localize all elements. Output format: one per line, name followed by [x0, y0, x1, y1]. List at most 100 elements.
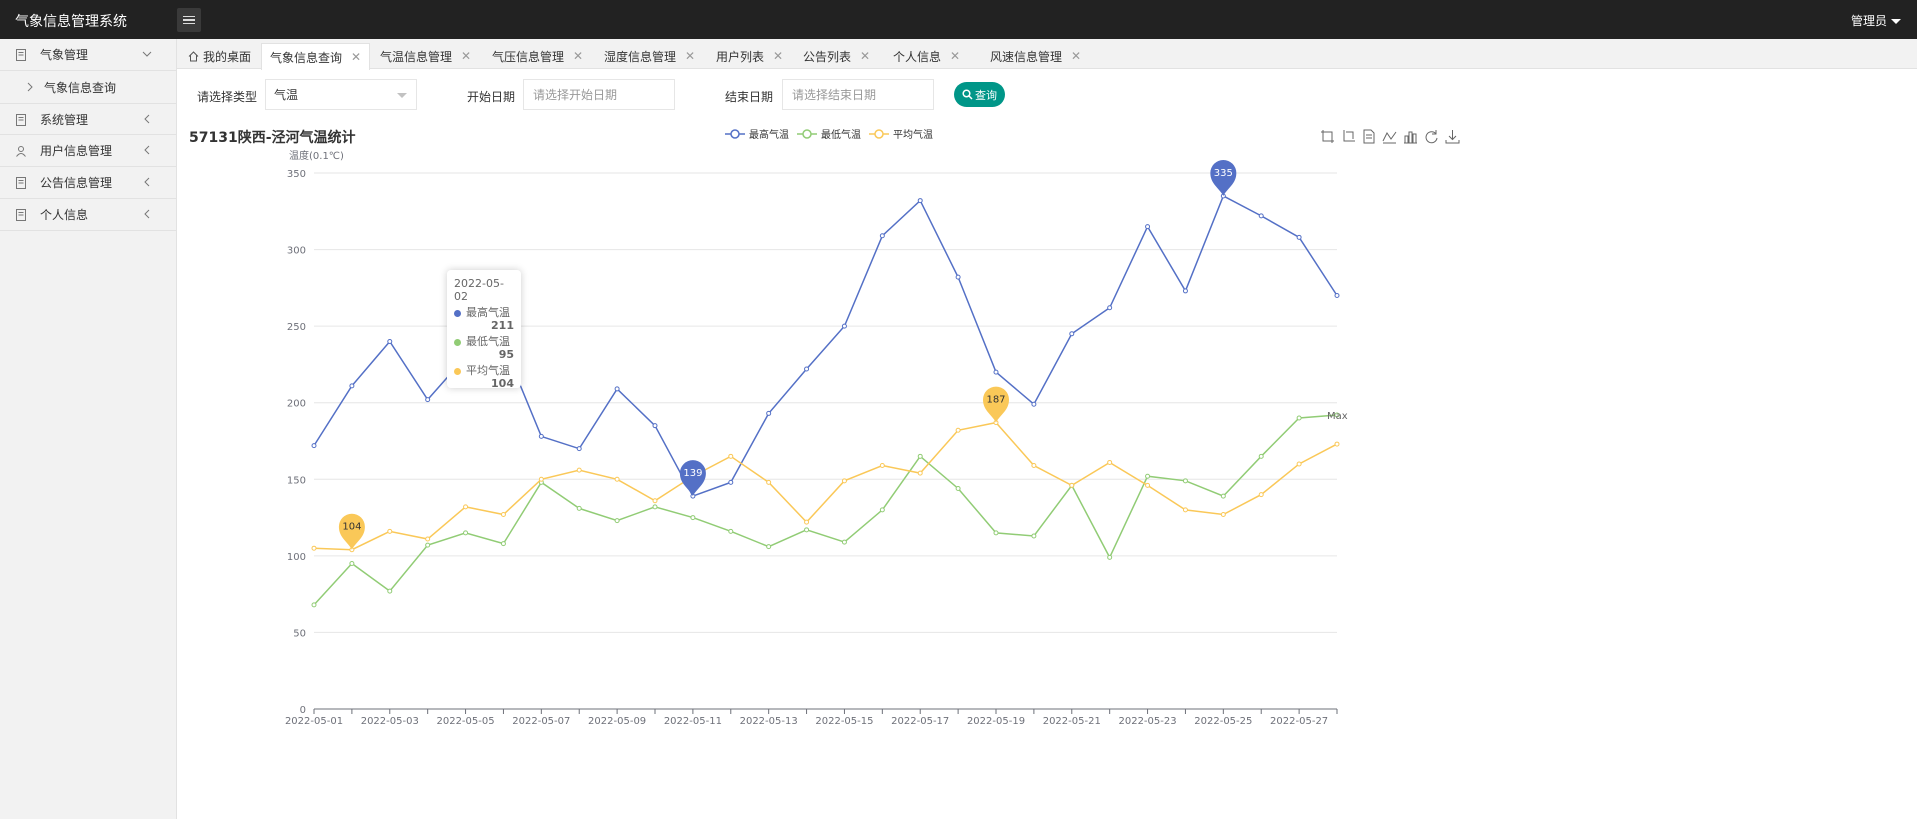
data-point	[1145, 224, 1151, 230]
data-point	[1069, 331, 1075, 337]
data-point	[1145, 482, 1151, 488]
caret-down-icon	[1891, 19, 1901, 24]
data-point	[766, 479, 772, 485]
mark-pin-label: 139	[683, 468, 702, 479]
data-point	[614, 518, 620, 524]
chart-tooltip: 2022-05-02 最高气温 211 最低气温 95 平均气温 104	[447, 270, 521, 390]
user-menu[interactable]: 管理员	[1851, 12, 1901, 29]
tab-label: 我的桌面	[203, 49, 252, 64]
data-point	[1182, 478, 1188, 484]
sidebar-item-notices[interactable]: 公告信息管理	[0, 167, 176, 199]
sidebar-item-system[interactable]: 系统管理	[0, 103, 176, 135]
tab-pressure[interactable]: 气压信息管理 ✕	[484, 43, 591, 69]
data-point	[804, 519, 810, 525]
tooltip-date: 2022-05-02	[454, 277, 504, 303]
data-point	[1258, 492, 1264, 498]
data-point	[387, 528, 393, 534]
line-chart-icon[interactable]	[1382, 131, 1397, 144]
data-point	[1031, 401, 1037, 407]
start-date-input[interactable]	[523, 79, 675, 110]
series-dot	[454, 309, 461, 317]
data-point	[993, 369, 999, 375]
x-tick-label: 2022-05-21	[1043, 716, 1101, 727]
data-point	[425, 397, 431, 403]
caret-down-icon	[397, 93, 407, 98]
legend-item[interactable]: 最低气温	[797, 128, 861, 141]
close-icon[interactable]: ✕	[461, 49, 471, 63]
data-view-icon[interactable]	[1363, 129, 1375, 144]
legend-item[interactable]: 平均气温	[869, 128, 933, 141]
end-date-input[interactable]	[782, 79, 934, 110]
data-point	[917, 453, 923, 459]
sidebar-item-label: 气象管理	[40, 48, 89, 62]
zoom-icon[interactable]	[1321, 130, 1334, 143]
series-dot	[454, 367, 461, 375]
tab-label: 风速信息管理	[990, 49, 1063, 64]
legend-marker	[802, 129, 812, 139]
data-point	[1296, 415, 1302, 421]
sidebar-item-weather[interactable]: 气象管理	[0, 39, 176, 71]
data-point	[1107, 459, 1113, 465]
close-icon[interactable]: ✕	[860, 49, 870, 63]
y-tick-label: 350	[287, 169, 306, 180]
tab-humidity[interactable]: 湿度信息管理 ✕	[596, 43, 703, 69]
data-point	[1031, 533, 1037, 539]
query-button[interactable]: 查询	[954, 82, 1005, 107]
tab-temperature[interactable]: 气温信息管理 ✕	[372, 43, 479, 69]
data-point	[1334, 293, 1340, 299]
close-icon[interactable]: ✕	[773, 49, 783, 63]
document-icon	[16, 49, 26, 61]
legend-item[interactable]: 最高气温	[725, 128, 789, 141]
x-tick-label: 2022-05-25	[1194, 716, 1252, 727]
data-point	[728, 479, 734, 485]
x-tick-label: 2022-05-11	[664, 716, 722, 727]
data-point	[425, 536, 431, 542]
chevron-left-icon	[144, 114, 150, 124]
tab-profile[interactable]: 个人信息 ✕	[885, 43, 968, 69]
sidebar-item-users[interactable]: 用户信息管理	[0, 135, 176, 167]
zoom-reset-icon[interactable]	[1343, 130, 1355, 142]
data-point	[1182, 507, 1188, 513]
data-point	[1145, 473, 1151, 479]
chart-toolbox	[1321, 129, 1460, 144]
sidebar-subitem-weather-query[interactable]: 气象信息查询	[0, 71, 176, 103]
close-icon[interactable]: ✕	[351, 50, 361, 64]
data-point	[538, 476, 544, 482]
refresh-icon[interactable]	[1425, 130, 1438, 144]
data-point	[349, 383, 355, 389]
sidebar-item-profile[interactable]: 个人信息	[0, 199, 176, 231]
tab-user-list[interactable]: 用户列表 ✕	[708, 43, 791, 69]
bar-chart-icon[interactable]	[1404, 131, 1417, 144]
chevron-right-icon	[27, 82, 33, 92]
document-icon	[16, 209, 26, 221]
tooltip-value: 104	[491, 377, 514, 390]
type-select[interactable]: 气温	[265, 79, 417, 110]
data-point	[955, 274, 961, 280]
user-name: 管理员	[1850, 14, 1887, 28]
hamburger-icon	[183, 15, 195, 18]
chevron-down-icon	[142, 51, 152, 57]
data-point	[500, 541, 506, 547]
tab-notice-list[interactable]: 公告列表 ✕	[795, 43, 878, 69]
data-point	[311, 545, 317, 551]
close-icon[interactable]: ✕	[685, 49, 695, 63]
data-point	[955, 427, 961, 433]
data-point	[879, 233, 885, 239]
data-point	[1031, 463, 1037, 469]
menu-toggle-button[interactable]	[177, 8, 201, 32]
sidebar-item-label: 个人信息	[40, 208, 89, 222]
data-point	[652, 498, 658, 504]
start-date-label: 开始日期	[467, 90, 516, 104]
data-point	[652, 504, 658, 510]
close-icon[interactable]: ✕	[950, 49, 960, 63]
download-icon[interactable]	[1445, 130, 1460, 144]
tab-weather-query[interactable]: 气象信息查询 ✕	[261, 43, 371, 70]
close-icon[interactable]: ✕	[573, 49, 583, 63]
chart-series	[311, 193, 1340, 608]
legend-label: 最高气温	[749, 128, 789, 141]
tab-my-desktop[interactable]: 我的桌面	[180, 43, 259, 69]
close-icon[interactable]: ✕	[1071, 49, 1081, 63]
tab-wind-speed[interactable]: 风速信息管理 ✕	[982, 43, 1089, 69]
y-tick-label: 150	[287, 475, 306, 486]
legend-label: 最低气温	[821, 128, 861, 141]
